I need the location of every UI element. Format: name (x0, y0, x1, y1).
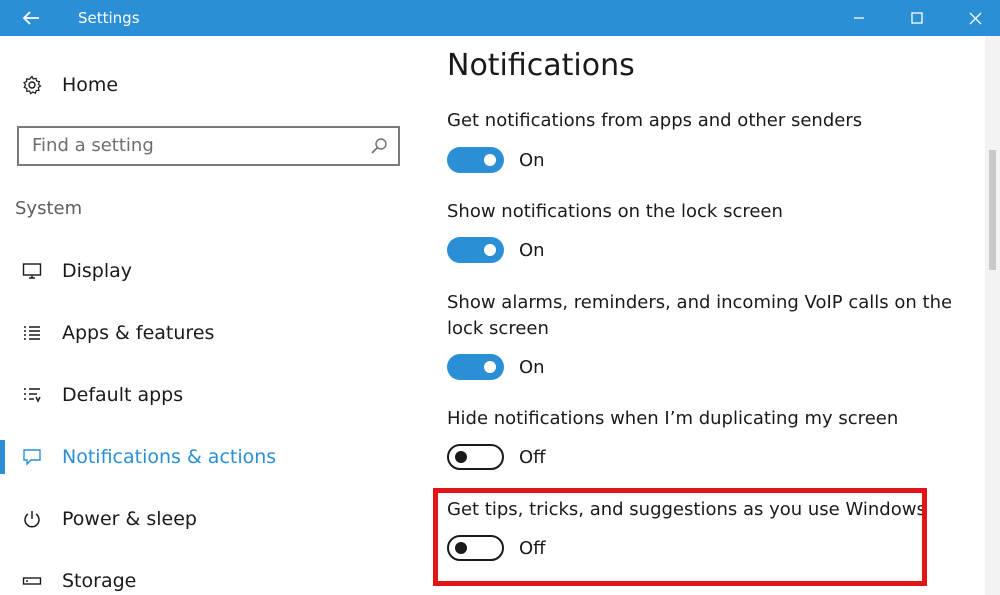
active-indicator (0, 440, 5, 474)
sidebar-item-storage[interactable]: Storage (0, 559, 415, 595)
sidebar-item-display[interactable]: Display (0, 249, 415, 293)
toggle-state-text: On (519, 357, 545, 378)
search-box[interactable]: Find a setting (17, 126, 400, 166)
maximize-icon (911, 12, 923, 24)
toggle-hide-duplicating[interactable] (447, 444, 504, 470)
toggle-state-text: Off (519, 447, 546, 468)
sidebar-item-default-apps[interactable]: Default apps (0, 373, 415, 417)
sidebar-item-label: Notifications & actions (62, 446, 277, 468)
toggle-lock-screen-notifications[interactable] (447, 237, 504, 263)
search-input[interactable]: Find a setting (32, 128, 154, 164)
maximize-button[interactable] (888, 0, 946, 36)
sidebar-item-label: Display (62, 260, 133, 282)
sidebar-item-power-sleep[interactable]: Power & sleep (0, 497, 415, 541)
sidebar: Home Find a setting System Display Apps … (0, 36, 415, 595)
toggle-state-text: On (519, 240, 545, 261)
setting-label-alarms-voip: Show alarms, reminders, and incoming VoI… (447, 292, 953, 339)
sidebar-item-apps-features[interactable]: Apps & features (0, 311, 415, 355)
back-arrow-icon (22, 11, 39, 25)
sidebar-item-label: Default apps (62, 384, 184, 406)
minimize-icon (854, 17, 864, 19)
storage-icon (20, 569, 44, 593)
scrollbar-thumb[interactable] (989, 150, 996, 270)
window-title: Settings (78, 9, 140, 27)
sidebar-item-label: Power & sleep (62, 508, 197, 530)
close-button[interactable] (946, 0, 1000, 36)
list-icon (20, 321, 44, 345)
sidebar-item-notifications-actions[interactable]: Notifications & actions (0, 435, 415, 479)
group-label-system: System (15, 198, 83, 219)
default-apps-icon (20, 383, 44, 407)
monitor-icon (20, 259, 44, 283)
toggle-knob (484, 154, 496, 166)
setting-label-lock-screen: Show notifications on the lock screen (447, 201, 783, 222)
close-icon (969, 12, 981, 24)
toggle-state-text: On (519, 150, 545, 171)
toggle-alarms-voip[interactable] (447, 354, 504, 380)
toggle-knob (484, 361, 496, 373)
back-button[interactable] (0, 0, 62, 36)
search-icon[interactable] (370, 137, 388, 155)
highlight-annotation (433, 488, 927, 586)
sidebar-item-label: Home (62, 74, 119, 96)
sidebar-item-home[interactable]: Home (0, 65, 415, 105)
page-title: Notifications (447, 48, 635, 83)
minimize-button[interactable] (830, 0, 888, 36)
setting-label-get-notifications: Get notifications from apps and other se… (447, 110, 863, 131)
power-icon (20, 507, 44, 531)
toggle-knob (455, 451, 467, 463)
toggle-knob (484, 244, 496, 256)
scrollbar[interactable] (985, 36, 1000, 595)
setting-label-hide-duplicating: Hide notifications when I’m duplicating … (447, 408, 899, 429)
toggle-get-notifications[interactable] (447, 147, 504, 173)
sidebar-item-label: Storage (62, 570, 137, 592)
title-bar: Settings (0, 0, 1000, 36)
message-icon (20, 445, 44, 469)
gear-icon (20, 73, 44, 97)
sidebar-item-label: Apps & features (62, 322, 215, 344)
